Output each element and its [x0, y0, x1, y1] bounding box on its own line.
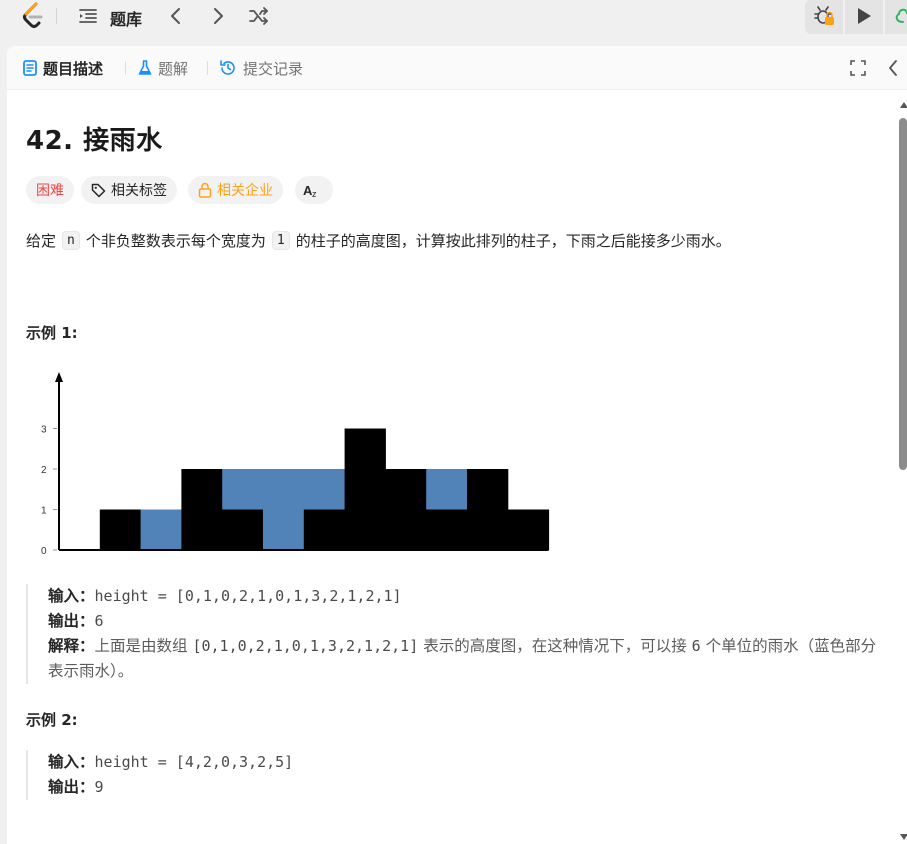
tab-divider	[207, 61, 208, 75]
topics-label: 相关标签	[111, 183, 167, 199]
elevation-bar	[426, 509, 468, 550]
panel-tabbar: 题目描述 题解 提交记录	[7, 46, 907, 90]
output-label: 输出：	[48, 612, 95, 630]
explain-text: 表示的高度图，在这种情况下，可以接	[423, 637, 687, 655]
problem-list-icon[interactable]	[78, 6, 98, 26]
tab-label: 提交记录	[243, 59, 304, 78]
problem-list-title[interactable]: 题库	[110, 6, 142, 30]
translate-icon: A z	[303, 183, 317, 198]
inline-code-1: 1	[271, 231, 290, 250]
leetcode-logo-icon[interactable]	[20, 2, 46, 30]
elevation-bar	[181, 469, 223, 550]
inline-code-n: n	[62, 231, 80, 250]
water-bar	[140, 509, 182, 550]
shuffle-icon[interactable]	[248, 5, 270, 27]
companies-tag-button[interactable]: 相关企业	[188, 176, 283, 204]
example-1-title: 示例 1:	[26, 324, 78, 342]
elevation-bar	[467, 469, 509, 550]
example-2-output: 9	[94, 778, 104, 796]
water-bar	[426, 469, 468, 510]
example-2-input: height = [4,2,0,3,2,5]	[94, 753, 294, 771]
tag-icon	[91, 183, 106, 197]
chevron-right-icon[interactable]	[210, 6, 226, 26]
lock-icon	[198, 182, 212, 198]
explain-label: 解释：	[48, 637, 95, 655]
y-tick-label: 1	[41, 506, 47, 517]
problem-title: 42. 接雨水	[26, 126, 163, 156]
water-bar	[222, 469, 264, 510]
elevation-bar	[303, 509, 346, 550]
topics-tag-button[interactable]: 相关标签	[81, 176, 177, 204]
debug-bug-icon[interactable]	[812, 4, 836, 28]
elevation-map-chart: 0 1 2 3	[41, 372, 550, 557]
collapse-panel-icon[interactable]	[887, 59, 899, 77]
fullscreen-icon[interactable]	[850, 60, 866, 76]
elevation-bar	[507, 509, 550, 550]
tab-label: 题目描述	[43, 59, 104, 78]
chevron-left-icon[interactable]	[168, 6, 184, 26]
desc-text: 个非负整数表示每个宽度为	[85, 232, 266, 250]
top-nav: 题库	[0, 0, 907, 34]
companies-label: 相关企业	[217, 183, 273, 199]
explain-number: 6	[691, 637, 701, 655]
elevation-bar	[99, 509, 142, 550]
elevation-bar	[385, 469, 427, 550]
water-bar	[263, 469, 305, 550]
example-1-input: height = [0,1,0,2,1,0,1,3,2,1,2,1]	[94, 587, 402, 605]
y-tick-label: 0	[41, 546, 47, 557]
explain-text: 上面是由数组	[94, 637, 188, 655]
tab-label: 题解	[158, 59, 189, 78]
scroll-up-arrow-icon[interactable]	[900, 102, 907, 108]
water-bar	[303, 469, 346, 510]
tool-divider	[883, 0, 885, 34]
problem-description: 给定 n 个非负整数表示每个宽度为 1 的柱子的高度图，计算按此排列的柱子，下雨…	[26, 230, 731, 251]
tab-solutions[interactable]: 题解	[138, 46, 188, 90]
scrollbar-thumb[interactable]	[899, 118, 907, 470]
example-1-block: 输入：height = [0,1,0,2,1,0,1,3,2,1,2,1] 输出…	[26, 584, 886, 684]
tab-submissions[interactable]: 提交记录	[219, 46, 303, 90]
translate-button[interactable]: A z	[295, 176, 333, 204]
output-label: 输出：	[48, 778, 95, 796]
run-play-icon[interactable]	[855, 6, 873, 26]
input-label: 输入：	[48, 587, 95, 605]
submit-cloud-icon[interactable]	[893, 4, 907, 28]
scroll-down-arrow-icon[interactable]	[900, 834, 907, 840]
description-panel: 题目描述 题解 提交记录 42. 接雨水 困难 相关标签 相关企业 A z 给定…	[7, 46, 907, 844]
tool-divider	[843, 0, 845, 34]
difficulty-label: 困难	[36, 183, 64, 199]
y-tick-label: 2	[41, 465, 47, 476]
desc-text: 给定	[26, 232, 57, 250]
explain-array: [0,1,0,2,1,0,1,3,2,1,2,1]	[192, 637, 419, 655]
nav-divider	[56, 8, 57, 24]
tab-description[interactable]: 题目描述	[23, 46, 103, 90]
example-1-output: 6	[94, 612, 104, 630]
y-axis-arrow	[55, 372, 63, 382]
tab-divider	[125, 61, 126, 75]
y-tick-label: 3	[41, 425, 47, 436]
document-icon	[23, 60, 37, 76]
example-2-title: 示例 2:	[26, 711, 78, 729]
example-2-block: 输入：height = [4,2,0,3,2,5] 输出：9	[26, 750, 886, 800]
elevation-bar	[222, 509, 264, 550]
svg-text:z: z	[312, 189, 317, 198]
elevation-bar	[344, 428, 386, 550]
desc-text: 的柱子的高度图，计算按此排列的柱子，下雨之后能接多少雨水。	[295, 232, 731, 250]
input-label: 输入：	[48, 753, 95, 771]
history-icon	[220, 60, 235, 75]
flask-icon	[138, 60, 152, 75]
difficulty-badge: 困难	[26, 176, 74, 204]
